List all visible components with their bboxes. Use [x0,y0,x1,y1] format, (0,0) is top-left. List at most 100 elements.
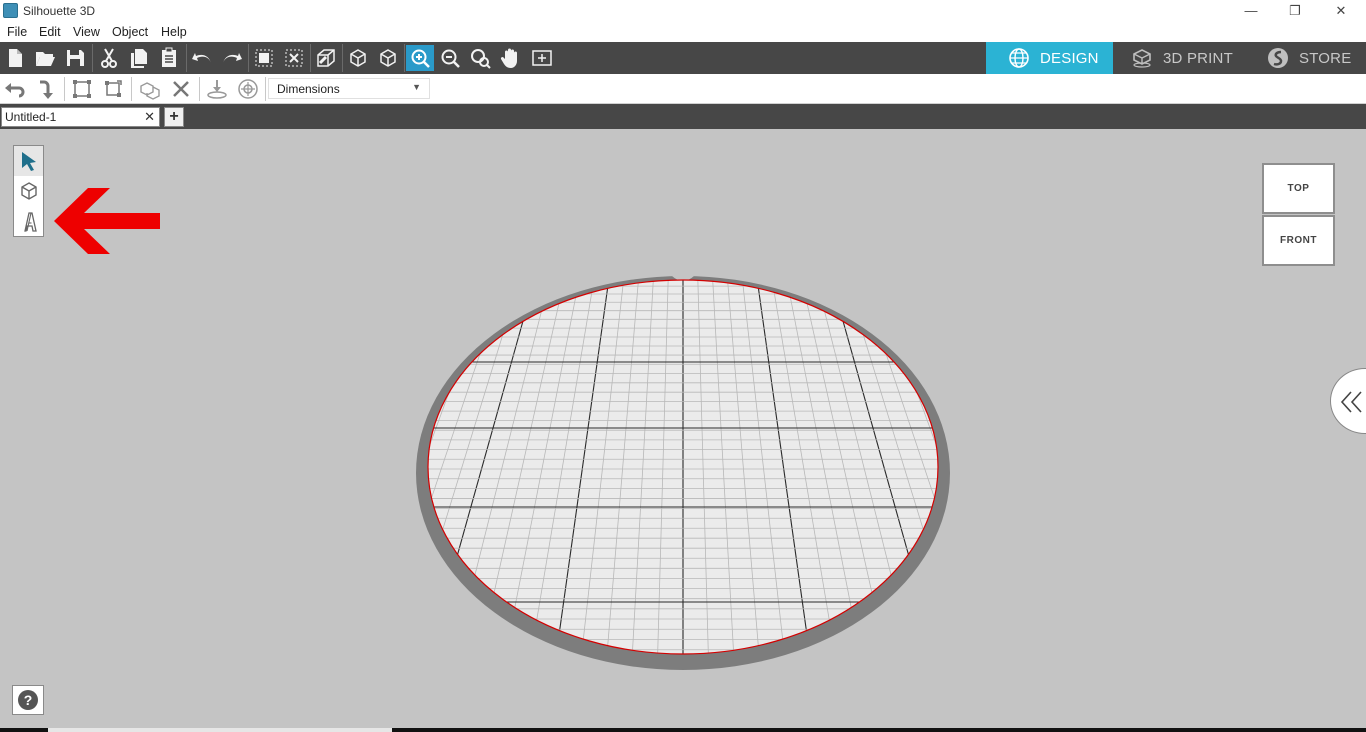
undo-icon [192,53,211,63]
window-title: Silhouette 3D [23,4,96,18]
save-icon [67,50,84,66]
duplicate-object-button[interactable] [137,77,163,101]
center-button[interactable] [235,77,261,101]
undo-button[interactable] [188,45,216,71]
zoom-in-button[interactable] [406,45,434,71]
zoom-out-button[interactable] [436,45,464,71]
bounding-box-icon [73,80,91,98]
extrude-button[interactable] [312,45,340,71]
tab-label: Untitled-1 [5,110,57,124]
taskbar-item [48,728,392,732]
view-cube: TOP FRONT [1262,163,1335,266]
bounding-box-button[interactable] [69,77,95,101]
ungroup-icon [285,49,303,67]
silhouette-logo-icon [1268,48,1288,68]
box-view-2-button[interactable] [374,45,402,71]
menu-view[interactable]: View [73,25,100,39]
paste-button[interactable] [155,45,183,71]
rotate-down-button[interactable] [32,77,58,101]
add-tab-button[interactable]: + [164,107,184,127]
rotate-down-icon [40,80,53,99]
double-chevron-left-icon [1340,391,1362,413]
target-icon [238,79,258,99]
ungroup-button[interactable] [280,45,308,71]
menu-edit[interactable]: Edit [39,25,61,39]
toolbar-divider [199,77,200,101]
chevron-down-icon: ▼ [412,82,421,92]
tab-design[interactable]: DESIGN [986,42,1113,74]
rotate-left-button[interactable] [2,77,28,101]
help-button[interactable]: ? [12,685,44,715]
tab-store-label: STORE [1299,49,1352,67]
fit-page-icon [532,50,552,66]
delete-x-icon [173,81,189,97]
new-file-button[interactable] [1,45,29,71]
tab-store[interactable]: STORE [1240,42,1366,74]
cube-icon [350,49,366,67]
drop-to-floor-button[interactable] [204,77,230,101]
toolbar-divider [342,44,343,72]
tab-untitled-1[interactable]: Untitled-1 ✕ [1,107,160,127]
resize-button[interactable] [100,77,126,101]
secondary-toolbar: Dimensions ▼ [0,74,1366,104]
close-tab-icon[interactable]: ✕ [144,109,155,125]
open-file-button[interactable] [31,45,59,71]
toolbar-divider [265,77,266,101]
3d-text-icon [23,212,37,232]
dimensions-value: Dimensions [277,82,340,96]
text-tool[interactable] [14,207,43,237]
view-front-button[interactable]: FRONT [1262,215,1335,266]
toolbar-divider [92,44,93,72]
minimize-button[interactable]: — [1231,2,1271,20]
cursor-arrow-icon [21,152,36,171]
menu-help[interactable]: Help [161,25,187,39]
redo-button[interactable] [218,45,246,71]
tab-design-label: DESIGN [1040,49,1099,67]
cubes-icon [140,82,160,100]
toolbar-divider [64,77,65,101]
menu-bar: File Edit View Object Help [0,23,1366,42]
clipboard-icon [162,47,176,67]
toolbar-divider [186,44,187,72]
dimensions-dropdown[interactable]: Dimensions ▼ [268,78,430,99]
group-icon [255,49,273,67]
extrude-icon [317,49,335,67]
view-top-button[interactable]: TOP [1262,163,1335,214]
toolbar-divider [131,77,132,101]
copy-button[interactable] [125,45,153,71]
drop-to-floor-icon [207,80,227,99]
restore-button[interactable]: ❐ [1275,2,1315,20]
box-view-button[interactable] [344,45,372,71]
menu-file[interactable]: File [7,25,27,39]
toolbar-divider [248,44,249,72]
red-arrow-annotation [54,188,160,254]
select-tool[interactable] [14,146,43,176]
hand-icon [500,48,517,68]
zoom-fit-button[interactable] [466,45,494,71]
delete-button[interactable] [168,77,194,101]
group-button[interactable] [250,45,278,71]
document-tab-strip: Untitled-1 ✕ + [0,104,1366,129]
folder-open-icon [36,52,55,66]
tab-3d-print-label: 3D PRINT [1163,49,1233,67]
title-bar: Silhouette 3D — ❐ ✕ [0,0,1366,23]
cut-button[interactable] [95,45,123,71]
toolbar-divider [404,44,405,72]
shapes-tool[interactable] [14,176,43,206]
pan-button[interactable] [496,45,524,71]
fit-page-button[interactable] [528,45,556,71]
tab-3d-print[interactable]: 3D PRINT [1113,42,1240,74]
toolbar-divider [310,44,311,72]
close-window-button[interactable]: ✕ [1321,2,1361,20]
build-plate [416,276,950,670]
redo-icon [223,53,242,63]
menu-object[interactable]: Object [112,25,148,39]
cube-icon [20,182,37,200]
svg-text:?: ? [24,692,33,708]
printer-icon [1133,49,1151,68]
cube-outline-icon [380,49,396,67]
globe-icon [1009,48,1029,68]
scissors-icon [101,48,117,68]
save-button[interactable] [61,45,89,71]
copy-icon [131,49,147,68]
